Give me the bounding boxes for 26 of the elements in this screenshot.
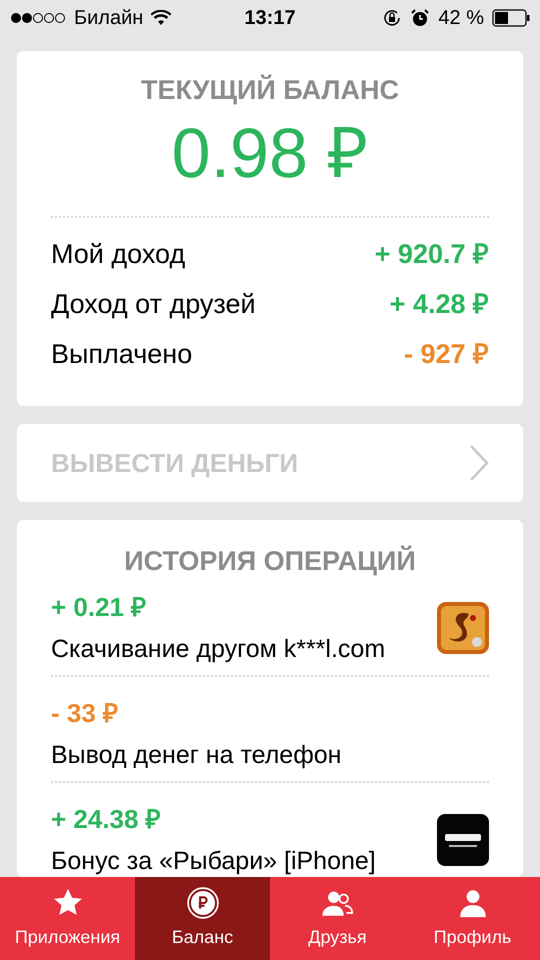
chevron-right-icon (469, 444, 489, 482)
signal-icon (10, 12, 66, 24)
carrier-name: Билайн (74, 6, 144, 31)
tab-button[interactable]: Баланс (135, 877, 270, 960)
operation-description: Скачивание другом k***l.com (51, 634, 386, 665)
income-label: Выплачено (51, 338, 192, 370)
operation-description: Вывод денег на телефон (51, 740, 342, 771)
income-label: Доход от друзей (51, 288, 256, 320)
income-value: - 927 ₽ (404, 338, 489, 370)
income-label: Мой доход (51, 238, 186, 270)
operation-amount: + 24.38 ₽ (51, 803, 162, 835)
clock-time: 13:17 (244, 6, 296, 31)
balance-title: ТЕКУЩИЙ БАЛАНС (140, 77, 400, 104)
wifi-icon (151, 10, 172, 26)
balance-amount: 0.98 ₽ (170, 118, 370, 188)
operation-amount: - 33 ₽ (51, 697, 120, 729)
rotation-lock-icon (382, 8, 402, 28)
battery-percent: 42 % (438, 6, 484, 31)
ruble-coin-icon (186, 886, 220, 920)
income-value: + 920.7 ₽ (374, 238, 489, 270)
history-title: ИСТОРИЯ ОПЕРАЦИЙ (123, 548, 417, 575)
alarm-icon (410, 8, 430, 28)
operation-amount: + 0.21 ₽ (51, 591, 148, 623)
battery-icon (492, 9, 530, 27)
operation-description: Бонус за «Рыбари» [iPhone] (51, 846, 377, 877)
income-value: + 4.28 ₽ (390, 288, 489, 320)
